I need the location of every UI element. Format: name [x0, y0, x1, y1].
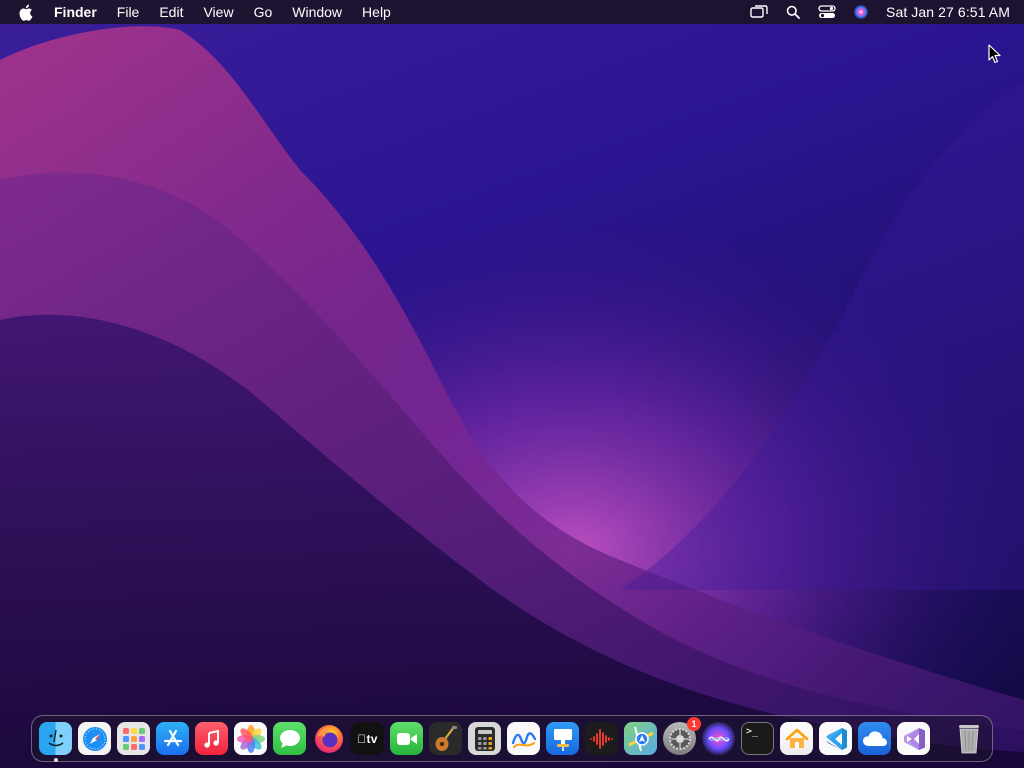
visual-studio-icon[interactable]: [897, 722, 930, 755]
music-icon[interactable]: [195, 722, 228, 755]
maps-icon[interactable]: [624, 722, 657, 755]
garageband-icon[interactable]: [429, 722, 462, 755]
apple-tv-icon[interactable]: tv: [351, 722, 384, 755]
screen-mirroring-icon[interactable]: [749, 3, 769, 21]
system-settings-icon[interactable]: 1: [663, 717, 701, 755]
dock: tv 1 >_: [31, 715, 993, 762]
terminal-icon[interactable]: >_: [741, 722, 774, 755]
messages-icon[interactable]: [273, 722, 306, 755]
calculator-icon[interactable]: [468, 722, 501, 755]
finder-icon[interactable]: [39, 722, 72, 762]
facetime-icon[interactable]: [390, 722, 423, 755]
menu-go[interactable]: Go: [244, 0, 283, 24]
safari-icon[interactable]: [78, 722, 111, 755]
voice-memos-icon[interactable]: [585, 722, 618, 755]
app-store-icon[interactable]: [156, 722, 189, 755]
apple-logo-icon[interactable]: [18, 4, 34, 21]
desktop-wallpaper: [0, 0, 1024, 768]
menu-view[interactable]: View: [193, 0, 243, 24]
photos-icon[interactable]: [234, 722, 267, 755]
settings-badge: 1: [687, 717, 701, 731]
menu-edit[interactable]: Edit: [149, 0, 193, 24]
tv-label: tv: [361, 731, 378, 746]
freeform-icon[interactable]: [507, 722, 540, 755]
trash-icon[interactable]: [952, 722, 985, 755]
launchpad-icon[interactable]: [117, 722, 150, 755]
siri-dock-icon[interactable]: [702, 722, 735, 755]
home-icon[interactable]: [780, 722, 813, 755]
keynote-icon[interactable]: [546, 722, 579, 755]
running-indicator: [53, 758, 58, 762]
menu-window[interactable]: Window: [282, 0, 352, 24]
wallpaper-waves: [0, 0, 1024, 768]
menu-bar: Finder File Edit View Go Window Help Sat…: [0, 0, 1024, 24]
siri-icon[interactable]: [851, 3, 871, 21]
mouse-pointer-icon: [988, 44, 1002, 64]
icloud-icon[interactable]: [858, 722, 891, 755]
firefox-icon[interactable]: [312, 722, 345, 755]
control-center-icon[interactable]: [817, 3, 837, 21]
menu-help[interactable]: Help: [352, 0, 401, 24]
spotlight-search-icon[interactable]: [783, 3, 803, 21]
vscode-icon[interactable]: [819, 722, 852, 755]
menubar-clock[interactable]: Sat Jan 27 6:51 AM: [886, 4, 1010, 20]
terminal-prompt-label: >_: [746, 726, 759, 737]
menu-file[interactable]: File: [107, 0, 150, 24]
menu-app-finder[interactable]: Finder: [46, 0, 107, 24]
